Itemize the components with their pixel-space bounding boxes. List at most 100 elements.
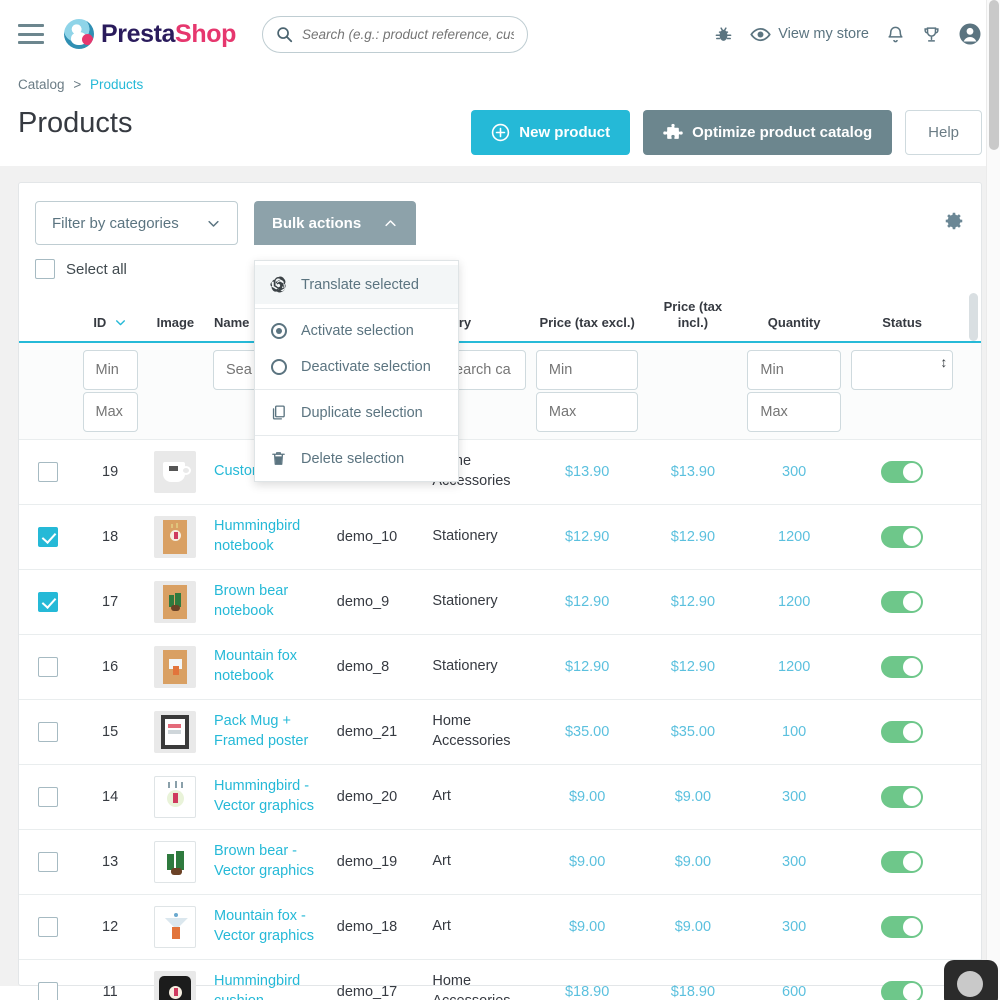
support-chat-widget[interactable] (944, 960, 998, 1000)
row-reference: demo_17 (331, 959, 428, 1000)
th-price-incl[interactable]: Price (tax incl.) (643, 293, 742, 342)
filter-id-min[interactable] (82, 349, 138, 390)
row-quantity: 600 (742, 959, 846, 1000)
status-toggle[interactable] (881, 915, 924, 938)
row-spacer (958, 764, 981, 830)
table-row[interactable]: 18 Hummingbird notebook demo_10 Statione… (19, 504, 981, 570)
table-horizontal-scrollbar[interactable] (969, 293, 978, 341)
status-toggle[interactable] (881, 525, 924, 548)
select-all-checkbox[interactable] (35, 259, 55, 279)
filter-by-categories-dropdown[interactable]: Filter by categories (35, 201, 238, 245)
hummingbird-notebook-thumb (154, 515, 197, 558)
status-toggle[interactable] (881, 590, 924, 613)
row-category: Art (427, 894, 531, 960)
row-price-excl: $12.90 (530, 634, 644, 700)
bell-icon[interactable] (886, 25, 905, 44)
row-checkbox[interactable] (38, 721, 59, 742)
row-id: 11 (77, 959, 143, 1000)
trash-icon (269, 450, 288, 467)
row-status-cell (845, 699, 959, 765)
row-name[interactable]: Pack Mug + Framed poster (208, 699, 332, 765)
radio-empty-icon (269, 359, 288, 375)
brown-bear-notebook-thumb (154, 580, 197, 623)
filter-price-excl-max[interactable] (535, 391, 639, 432)
row-checkbox[interactable] (38, 656, 59, 677)
row-checkbox[interactable] (38, 981, 59, 1000)
breadcrumb-current[interactable]: Products (90, 77, 143, 92)
prestashop-logo[interactable]: PrestaShop (64, 19, 236, 49)
status-toggle[interactable] (881, 720, 924, 743)
menu-item-delete-selection[interactable]: Delete selection (255, 440, 458, 477)
filter-id-max[interactable] (82, 391, 138, 432)
search-input[interactable] (301, 26, 514, 42)
search-icon (277, 26, 293, 42)
row-name[interactable]: Brown bear notebook (208, 569, 332, 635)
table-row[interactable]: 16 Mountain fox notebook demo_8 Statione… (19, 634, 981, 700)
menu-item-duplicate-selection[interactable]: Duplicate selection (255, 394, 458, 431)
th-price-excl[interactable]: Price (tax excl.) (531, 293, 644, 342)
row-status-cell (845, 504, 959, 570)
filter-quantity-min[interactable] (747, 349, 841, 390)
breadcrumb-parent[interactable]: Catalog (18, 77, 65, 92)
menu-item-activate-selection[interactable]: Activate selection (255, 313, 458, 349)
status-toggle[interactable] (881, 850, 924, 873)
row-checkbox[interactable] (38, 851, 59, 872)
th-status[interactable]: Status (846, 293, 959, 342)
row-name[interactable]: Mountain fox notebook (208, 634, 332, 700)
row-name[interactable]: Hummingbird cushion (208, 959, 332, 1000)
row-checkbox[interactable] (38, 786, 59, 807)
bug-icon[interactable] (714, 25, 733, 44)
row-price-incl: $13.90 (643, 439, 743, 505)
row-checkbox[interactable] (38, 916, 59, 937)
row-category: Home Accessories (427, 699, 531, 765)
row-checkbox-cell (19, 504, 78, 570)
bulk-actions-button[interactable]: Bulk actions (254, 201, 417, 245)
row-price-excl: $9.00 (530, 894, 644, 960)
column-settings-button[interactable] (943, 201, 965, 237)
trophy-icon[interactable] (922, 25, 941, 44)
table-row[interactable]: 19 Custom mug demo_14 Home Accessories $… (19, 439, 981, 505)
help-button[interactable]: Help (905, 110, 982, 155)
menu-item-translate-selected[interactable]: Translate selected (255, 265, 458, 304)
global-search[interactable] (261, 15, 528, 53)
table-row[interactable]: 14 Hummingbird - Vector graphics demo_20… (19, 764, 981, 830)
row-name[interactable]: Brown bear - Vector graphics (208, 829, 332, 895)
row-id: 14 (77, 764, 143, 830)
page-scrollbar-thumb[interactable] (989, 0, 999, 150)
hamburger-icon[interactable] (18, 24, 44, 44)
th-quantity[interactable]: Quantity (742, 293, 846, 342)
th-id[interactable]: ID (78, 293, 143, 342)
page-scrollbar[interactable] (986, 0, 1000, 1000)
status-toggle[interactable] (881, 655, 924, 678)
status-toggle[interactable] (881, 980, 924, 1000)
status-toggle[interactable] (881, 785, 924, 808)
filter-status-select[interactable] (850, 349, 954, 390)
optimize-catalog-button[interactable]: Optimize product catalog (643, 110, 893, 155)
table-row[interactable]: 12 Mountain fox - Vector graphics demo_1… (19, 894, 981, 960)
row-checkbox[interactable] (38, 461, 59, 482)
page-header: Products New product Optimize product ca… (0, 92, 1000, 166)
prestashop-mark-icon (64, 19, 94, 49)
row-checkbox[interactable] (38, 526, 59, 547)
filter-quantity-max[interactable] (747, 391, 841, 432)
status-toggle[interactable] (881, 460, 924, 483)
bulk-actions-label: Bulk actions (272, 214, 362, 232)
user-avatar-icon[interactable] (958, 22, 982, 46)
row-name[interactable]: Mountain fox - Vector graphics (208, 894, 332, 960)
table-row[interactable]: 13 Brown bear - Vector graphics demo_19 … (19, 829, 981, 895)
row-category: Art (427, 764, 531, 830)
table-row[interactable]: 15 Pack Mug + Framed poster demo_21 Home… (19, 699, 981, 765)
filter-price-excl-min[interactable] (535, 349, 639, 390)
table-row[interactable]: 11 Hummingbird cushion demo_17 Home Acce… (19, 959, 981, 1000)
row-id: 18 (77, 504, 143, 570)
table-row[interactable]: 17 Brown bear notebook demo_9 Stationery… (19, 569, 981, 635)
menu-item-deactivate-selection[interactable]: Deactivate selection (255, 349, 458, 385)
view-my-store-button[interactable]: View my store (750, 24, 869, 45)
row-name[interactable]: Hummingbird - Vector graphics (208, 764, 332, 830)
new-product-button[interactable]: New product (471, 110, 631, 155)
row-name[interactable]: Hummingbird notebook (208, 504, 332, 570)
row-checkbox[interactable] (38, 591, 59, 612)
row-price-incl: $35.00 (643, 699, 743, 765)
row-spacer (958, 504, 981, 570)
bulk-actions-menu: Translate selected Activate selection De… (254, 260, 459, 482)
